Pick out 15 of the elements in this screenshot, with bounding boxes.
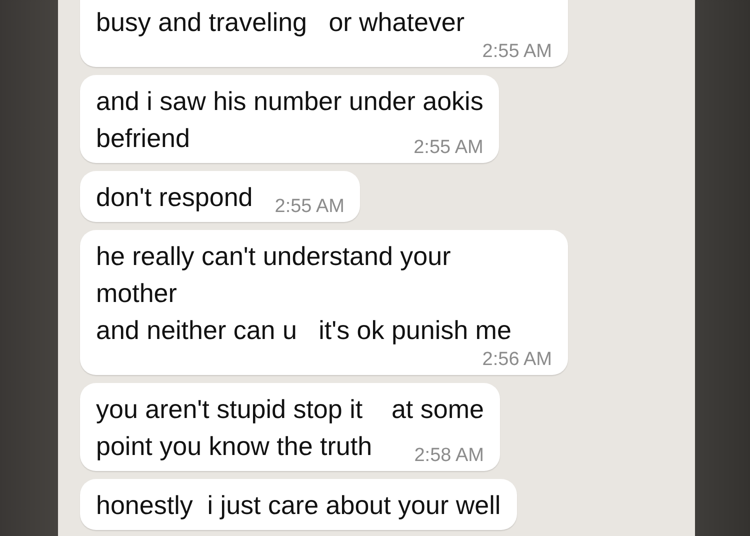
message-time: 2:55 AM [274,196,344,218]
message-text: don't respond [96,181,253,214]
message-text: he really can't understand your [96,240,451,273]
message-text: mother [96,277,177,310]
message-text: and i saw his number under aokis [96,85,484,118]
message-text: honestly i just care about your well [96,489,501,522]
message-text: point you know the truth [96,430,372,463]
message-time: 2:55 AM [482,41,552,63]
message-text: and neither can u it's ok punish me [96,314,512,347]
message-time: 2:55 AM [414,137,484,159]
message-time: 2:56 AM [482,349,552,371]
message-time: 2:58 AM [414,445,484,467]
message-text: befriend [96,122,190,155]
message-text: you aren't stupid stop it at some [96,393,484,426]
message-text: busy and traveling or whatever [96,6,465,39]
